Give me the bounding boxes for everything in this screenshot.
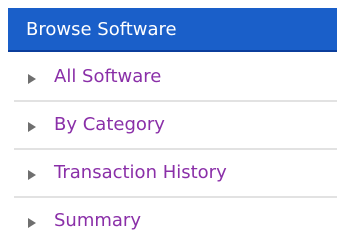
nav-item-summary[interactable]: Summary [14,198,337,246]
software-nav-list: All Software By Category Transaction His… [14,54,337,246]
arrow-right-icon [28,74,36,84]
nav-item-all-software[interactable]: All Software [14,54,337,102]
panel-title: Browse Software [26,19,177,40]
nav-item-label: Summary [54,210,141,231]
arrow-right-icon [28,170,36,180]
panel-header: Browse Software [8,8,337,52]
nav-item-transaction-history[interactable]: Transaction History [14,150,337,198]
nav-item-label: Transaction History [54,162,227,183]
arrow-right-icon [28,218,36,228]
browse-software-panel: Browse Software All Software By Category… [0,0,337,242]
arrow-right-icon [28,122,36,132]
nav-item-label: By Category [54,114,165,135]
nav-item-label: All Software [54,66,162,87]
nav-item-by-category[interactable]: By Category [14,102,337,150]
